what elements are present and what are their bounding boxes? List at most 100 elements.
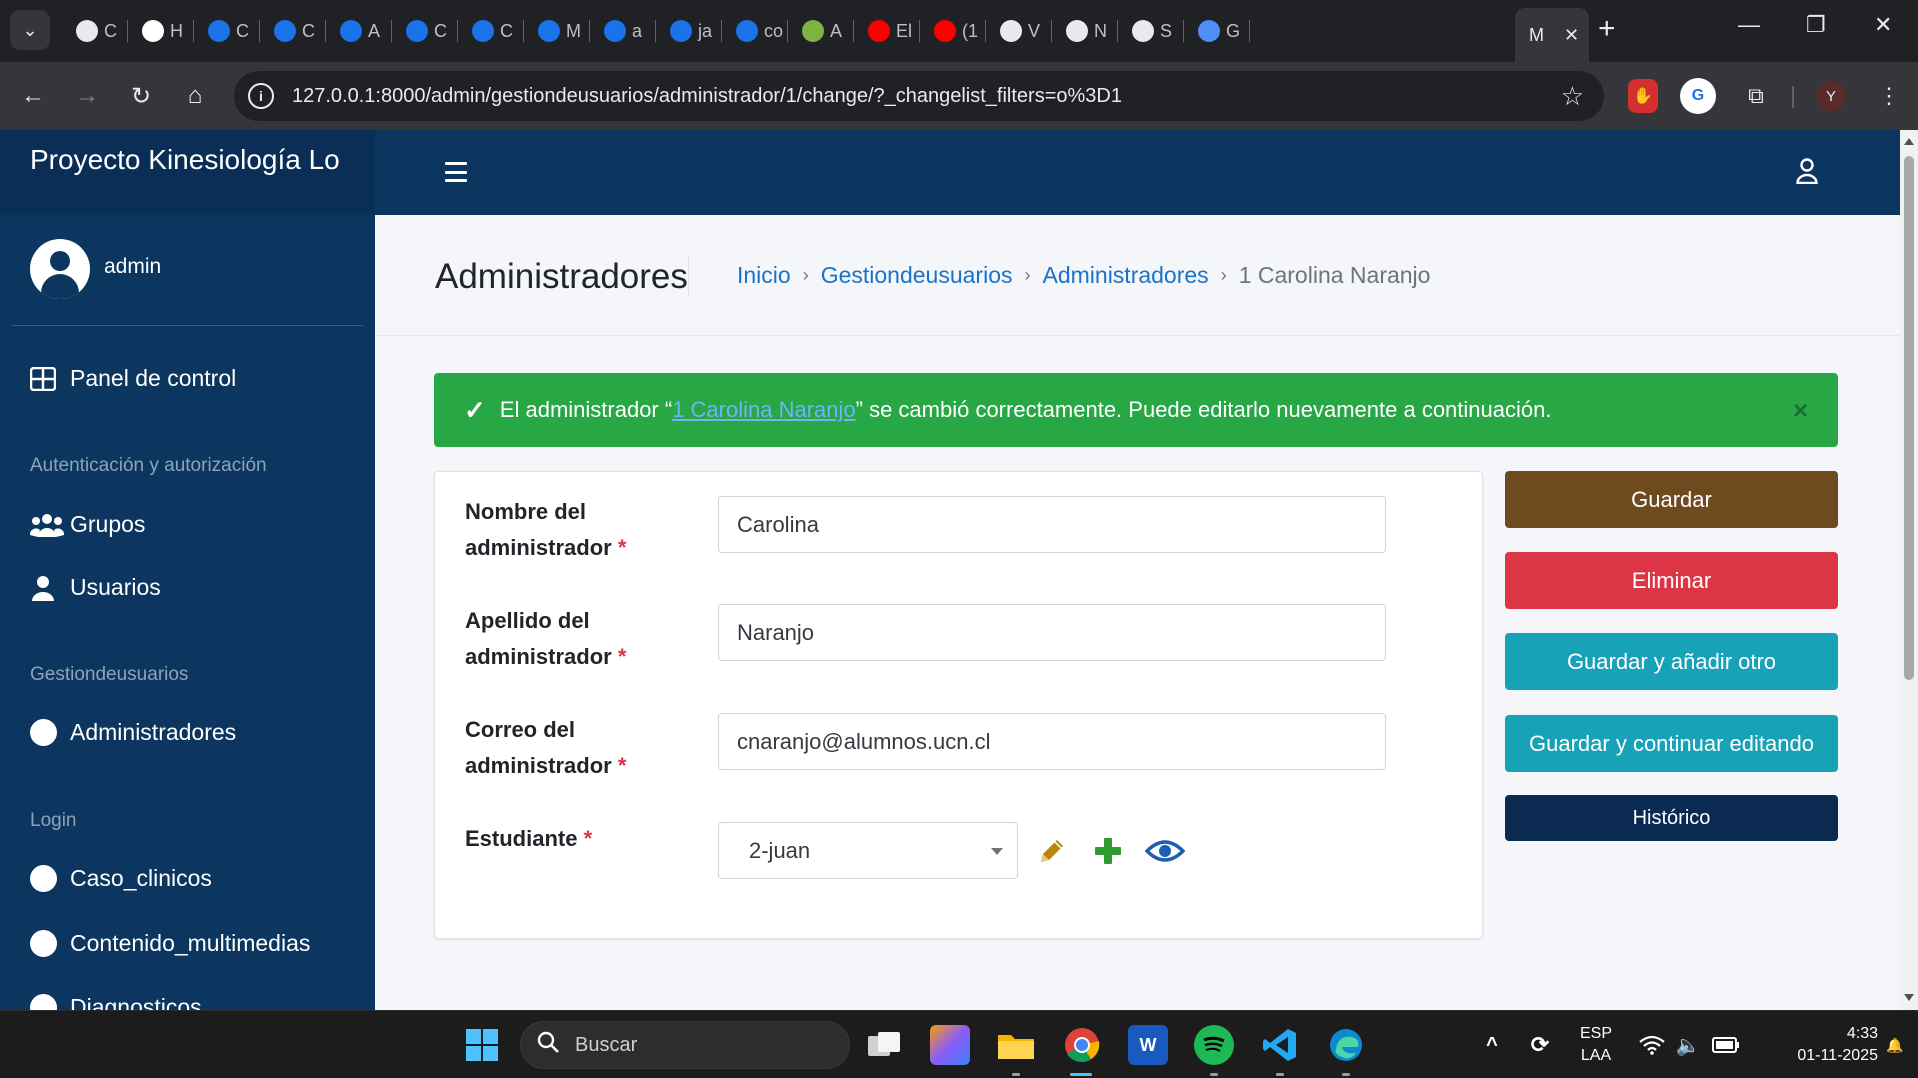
copilot-icon[interactable] — [930, 1025, 970, 1065]
hamburger-menu-icon[interactable] — [445, 162, 467, 182]
language-indicator[interactable]: ESP LAA — [1572, 1023, 1620, 1067]
alert-close-icon[interactable]: × — [1793, 395, 1808, 426]
battery-icon[interactable] — [1706, 1025, 1746, 1065]
sidebar-item-diagnosticos[interactable]: Diagnosticos — [30, 994, 202, 1010]
apellido-input[interactable]: Naranjo — [718, 604, 1386, 661]
minimize-icon[interactable]: — — [1738, 12, 1760, 38]
breadcrumb-gestiondeusuarios[interactable]: Gestiondeusuarios — [821, 262, 1013, 289]
tab-item[interactable]: C — [62, 10, 117, 52]
add-plus-icon[interactable] — [1091, 834, 1125, 868]
estudiante-select[interactable]: 2-juan — [718, 822, 1018, 879]
tab-label: S — [1160, 20, 1173, 41]
new-tab-button[interactable]: + — [1598, 14, 1616, 44]
toolbar-divider — [1792, 86, 1794, 108]
file-explorer-icon[interactable] — [996, 1025, 1036, 1065]
profile-avatar[interactable]: Y — [1816, 81, 1846, 111]
translate-extension-icon[interactable]: G — [1680, 78, 1716, 114]
spotify-icon[interactable] — [1194, 1025, 1234, 1065]
wifi-icon[interactable] — [1632, 1025, 1672, 1065]
browser-menu-icon[interactable]: ⋮ — [1872, 79, 1906, 113]
tab-item[interactable]: G — [1184, 10, 1240, 52]
tab-item[interactable]: C — [458, 10, 513, 52]
scroll-down-icon[interactable] — [1904, 994, 1914, 1001]
view-eye-icon[interactable] — [1145, 836, 1185, 866]
tab-item[interactable]: C — [194, 10, 249, 52]
sidebar-item-administradores[interactable]: Administradores — [30, 719, 236, 746]
vscode-icon[interactable] — [1260, 1025, 1300, 1065]
nombre-input[interactable]: Carolina — [718, 496, 1386, 553]
tab-item[interactable]: H — [128, 10, 183, 52]
correo-input[interactable]: cnaranjo@alumnos.ucn.cl — [718, 713, 1386, 770]
edge-icon[interactable] — [1326, 1025, 1366, 1065]
sync-icon[interactable]: ⟳ — [1520, 1025, 1560, 1065]
sidebar-item-usuarios[interactable]: Usuarios — [30, 574, 161, 601]
windows-taskbar: Buscar W ^ ⟳ ESP LAA 🔈 4:33 01-11-2025 🔔 — [0, 1010, 1918, 1078]
address-bar[interactable]: i 127.0.0.1:8000/admin/gestiondeusuarios… — [234, 71, 1604, 121]
task-view-icon[interactable] — [864, 1025, 904, 1065]
historico-button[interactable]: Histórico — [1505, 795, 1838, 841]
reload-icon[interactable]: ↻ — [124, 79, 158, 113]
scroll-up-icon[interactable] — [1904, 138, 1914, 145]
close-icon[interactable]: ✕ — [1564, 25, 1579, 46]
tab-item[interactable]: A — [788, 10, 842, 52]
tab-item[interactable]: S — [1118, 10, 1172, 52]
sidebar-item-contenido-multimedias[interactable]: Contenido_multimedias — [30, 930, 310, 957]
edit-pencil-icon[interactable] — [1035, 834, 1069, 868]
tab-item[interactable]: A — [326, 10, 380, 52]
taskbar-search-box[interactable]: Buscar — [520, 1021, 850, 1069]
page-scrollbar[interactable] — [1900, 130, 1918, 1010]
running-indicator — [1210, 1073, 1218, 1076]
chrome-icon[interactable] — [1062, 1025, 1102, 1065]
sidebar-item-caso-clinicos[interactable]: Caso_clinicos — [30, 865, 212, 892]
guardar-button[interactable]: Guardar — [1505, 471, 1838, 528]
bookmark-star-icon[interactable]: ☆ — [1561, 81, 1584, 112]
tab-item[interactable]: co — [722, 10, 783, 52]
clock[interactable]: 4:33 01-11-2025 — [1752, 1023, 1878, 1067]
site-info-icon[interactable]: i — [248, 83, 274, 109]
notifications-icon[interactable]: 🔔 — [1880, 1025, 1910, 1065]
breadcrumb-administradores[interactable]: Administradores — [1043, 262, 1209, 289]
word-icon[interactable]: W — [1128, 1025, 1168, 1065]
openai-icon — [1000, 20, 1022, 42]
user-menu-icon[interactable] — [1796, 158, 1818, 189]
sidebar-header-login: Login — [30, 810, 77, 831]
tab-item[interactable]: M — [524, 10, 581, 52]
sidebar-item-label: Usuarios — [70, 574, 161, 600]
forward-icon[interactable]: → — [70, 79, 104, 113]
extension-hand-icon[interactable]: ✋ — [1628, 79, 1658, 113]
windows-start-icon[interactable] — [462, 1025, 502, 1065]
circle-icon — [30, 865, 70, 892]
tab-item[interactable]: El — [854, 10, 912, 52]
tab-item[interactable]: (1 — [920, 10, 978, 52]
sidebar-item-panel-de-control[interactable]: Panel de control — [30, 365, 236, 392]
brand[interactable]: Proyecto Kinesiología Lo — [0, 130, 375, 215]
tab-item[interactable]: a — [590, 10, 642, 52]
guardar-y-continuar-button[interactable]: Guardar y continuar editando — [1505, 715, 1838, 772]
tab-item[interactable]: C — [392, 10, 447, 52]
restore-icon[interactable]: ❐ — [1806, 12, 1826, 38]
eliminar-button[interactable]: Eliminar — [1505, 552, 1838, 609]
back-icon[interactable]: ← — [16, 79, 50, 113]
gear-badge-icon — [340, 20, 362, 42]
extensions-puzzle-icon[interactable]: ⧉ — [1738, 78, 1774, 114]
tab-item[interactable]: ja — [656, 10, 712, 52]
window-close-icon[interactable]: ✕ — [1874, 12, 1892, 38]
guardar-y-anadir-otro-button[interactable]: Guardar y añadir otro — [1505, 633, 1838, 690]
tab-search-button[interactable]: ⌄ — [10, 10, 50, 50]
openai-icon — [1132, 20, 1154, 42]
chevron-up-icon[interactable]: ^ — [1472, 1025, 1512, 1065]
user-name[interactable]: admin — [104, 255, 161, 279]
home-icon[interactable]: ⌂ — [178, 79, 212, 113]
tab-item[interactable]: V — [986, 10, 1040, 52]
tab-item[interactable]: C — [260, 10, 315, 52]
tab-active[interactable]: M ✕ — [1515, 8, 1590, 62]
tab-label: M — [566, 20, 581, 41]
shield-icon — [76, 20, 98, 42]
tab-label: N — [1094, 20, 1107, 41]
breadcrumb-inicio[interactable]: Inicio — [737, 262, 791, 289]
sidebar-item-grupos[interactable]: Grupos — [30, 511, 145, 538]
alert-object-link[interactable]: 1 Carolina Naranjo — [672, 397, 855, 423]
tab-item[interactable]: N — [1052, 10, 1107, 52]
scroll-thumb[interactable] — [1904, 156, 1914, 680]
volume-icon[interactable]: 🔈 — [1668, 1025, 1708, 1065]
